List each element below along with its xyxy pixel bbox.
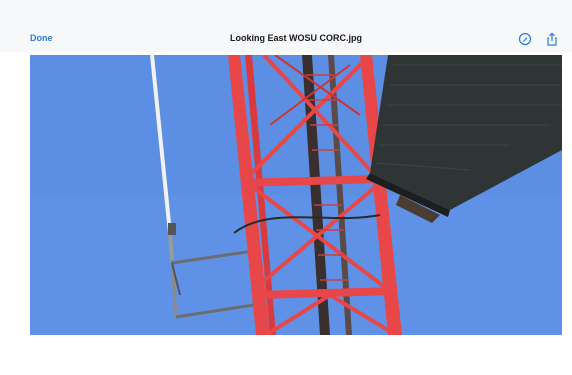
markup-pen-circle-icon[interactable] (518, 32, 532, 46)
done-button[interactable]: Done (30, 33, 53, 44)
share-icon[interactable] (545, 32, 559, 46)
image-viewer: Done Looking East WOSU CORC.jpg (0, 0, 572, 375)
tower-photo (30, 55, 562, 335)
empty-footer-area (0, 335, 572, 375)
viewer-toolbar: Done Looking East WOSU CORC.jpg (0, 0, 572, 52)
file-title: Looking East WOSU CORC.jpg (230, 33, 362, 43)
